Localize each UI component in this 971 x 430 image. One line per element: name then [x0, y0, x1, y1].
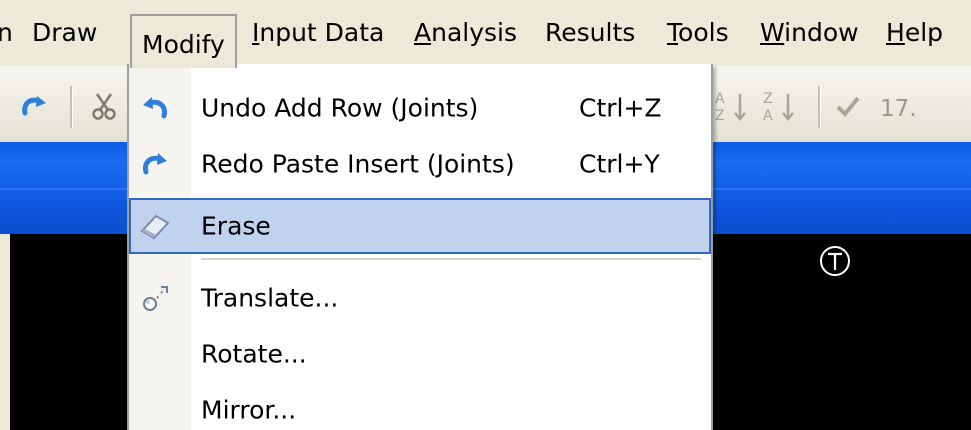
- application-window: n Draw Modify Input Data Analysis Result…: [0, 0, 971, 430]
- sort-descending-icon: Z A: [763, 91, 794, 124]
- modify-menu-dropdown: Undo Add Row (Joints) Ctrl+Z Redo Paste …: [127, 64, 713, 430]
- redo-icon: [22, 96, 46, 116]
- scissors-icon: [92, 93, 116, 120]
- menu-item-redo[interactable]: Redo Paste Insert (Joints) Ctrl+Y: [129, 136, 711, 192]
- menu-item-erase[interactable]: Erase: [129, 198, 711, 254]
- menu-partial[interactable]: n: [0, 12, 13, 54]
- svg-text:Z: Z: [763, 91, 773, 107]
- eraser-icon: [135, 206, 175, 246]
- toolbar-redo-button[interactable]: [16, 88, 52, 124]
- menu-modify[interactable]: Modify: [130, 14, 237, 68]
- sort-ascending-button[interactable]: A Z: [712, 86, 754, 126]
- accept-button[interactable]: [832, 90, 864, 122]
- menu-item-translate[interactable]: Translate...: [129, 270, 711, 326]
- redo-icon: [135, 144, 175, 184]
- menu-analysis[interactable]: Analysis: [414, 12, 517, 54]
- view-top-indicator: [818, 244, 852, 282]
- menu-help[interactable]: Help: [886, 12, 943, 54]
- undo-icon: [135, 88, 175, 128]
- menu-bar: n Draw Modify Input Data Analysis Result…: [0, 0, 971, 68]
- menu-results[interactable]: Results: [545, 12, 635, 54]
- sort-descending-button[interactable]: Z A: [760, 86, 802, 126]
- menu-item-mirror[interactable]: Mirror...: [129, 382, 711, 430]
- toolbar-separator: [818, 86, 821, 128]
- menu-window[interactable]: Window: [760, 12, 859, 54]
- svg-text:A: A: [715, 91, 725, 107]
- menu-tools[interactable]: Tools: [667, 12, 729, 54]
- menu-item-rotate[interactable]: Rotate...: [129, 326, 711, 382]
- menu-draw[interactable]: Draw: [32, 12, 97, 54]
- menu-item-undo[interactable]: Undo Add Row (Joints) Ctrl+Z: [129, 80, 711, 136]
- svg-text:Z: Z: [715, 108, 725, 124]
- toolbar-value-field[interactable]: 17.: [880, 96, 917, 122]
- toolbar-cut-button[interactable]: [86, 88, 122, 124]
- canvas-left-border: [0, 234, 10, 430]
- menu-separator: [201, 258, 701, 260]
- toolbar-separator: [70, 86, 73, 128]
- sort-ascending-icon: A Z: [715, 91, 746, 124]
- checkmark-icon: [836, 96, 860, 117]
- view-top-icon: [820, 246, 850, 276]
- translate-icon: [135, 278, 175, 318]
- svg-text:A: A: [763, 108, 773, 124]
- menu-input-data[interactable]: Input Data: [252, 12, 384, 54]
